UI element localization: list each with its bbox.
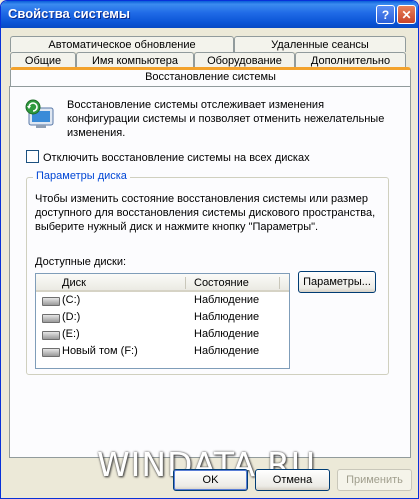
settings-button[interactable]: Параметры...	[298, 271, 376, 293]
title-bar: Свойства системы ? ✕	[1, 1, 418, 28]
disk-settings-description: Чтобы изменить состояние восстановления …	[35, 193, 376, 233]
drive-name: (D:)	[62, 311, 81, 323]
disable-restore-label: Отключить восстановление системы на всех…	[43, 152, 310, 164]
drive-state: Наблюдение	[194, 311, 260, 323]
drive-state: Наблюдение	[194, 345, 260, 357]
tab-hardware[interactable]: Оборудование	[194, 52, 295, 68]
ok-button[interactable]: OK	[173, 469, 248, 491]
disable-restore-checkbox[interactable]	[26, 150, 39, 163]
drive-name: (E:)	[62, 328, 80, 340]
system-restore-icon	[25, 99, 54, 128]
tab-computer-name[interactable]: Имя компьютера	[76, 52, 194, 68]
drive-icon	[42, 314, 60, 323]
help-button[interactable]: ?	[376, 5, 395, 24]
available-disks-label: Доступные диски:	[35, 256, 127, 268]
drive-row[interactable]: Новый том (F:) Наблюдение	[36, 344, 289, 360]
drive-icon	[42, 348, 60, 357]
column-separator[interactable]	[279, 277, 280, 289]
column-separator[interactable]	[185, 277, 186, 289]
disk-settings-title: Параметры диска	[33, 170, 130, 182]
drive-row[interactable]: (C:) Наблюдение	[36, 293, 289, 309]
drive-state: Наблюдение	[194, 294, 260, 306]
tab-automatic-updates[interactable]: Автоматическое обновление	[10, 36, 234, 52]
tab-general[interactable]: Общие	[10, 52, 76, 68]
tab-remote[interactable]: Удаленные сеансы	[234, 36, 406, 52]
tab-advanced[interactable]: Дополнительно	[295, 52, 406, 68]
tab-system-restore[interactable]: Восстановление системы	[10, 67, 411, 87]
drive-state: Наблюдение	[194, 328, 260, 340]
drive-icon	[42, 297, 60, 306]
window-title: Свойства системы	[8, 6, 130, 21]
drives-list[interactable]: Диск Состояние (C:) Наблюдение (D:) Набл…	[35, 273, 290, 369]
drive-row[interactable]: (E:) Наблюдение	[36, 327, 289, 343]
apply-button[interactable]: Применить	[337, 469, 412, 491]
intro-text: Восстановление системы отслеживает измен…	[67, 99, 385, 139]
system-properties-window: Свойства системы ? ✕ Автоматическое обно…	[0, 0, 419, 499]
drive-name: (C:)	[62, 294, 81, 306]
column-header-state[interactable]: Состояние	[194, 277, 249, 289]
list-header: Диск Состояние	[36, 274, 289, 292]
drive-row[interactable]: (D:) Наблюдение	[36, 310, 289, 326]
column-header-disk[interactable]: Диск	[62, 277, 86, 289]
drive-name: Новый том (F:)	[62, 345, 138, 357]
cancel-button[interactable]: Отмена	[255, 469, 330, 491]
close-button[interactable]: ✕	[397, 5, 416, 24]
disable-restore-option[interactable]: Отключить восстановление системы на всех…	[26, 150, 310, 164]
drive-icon	[42, 331, 60, 340]
